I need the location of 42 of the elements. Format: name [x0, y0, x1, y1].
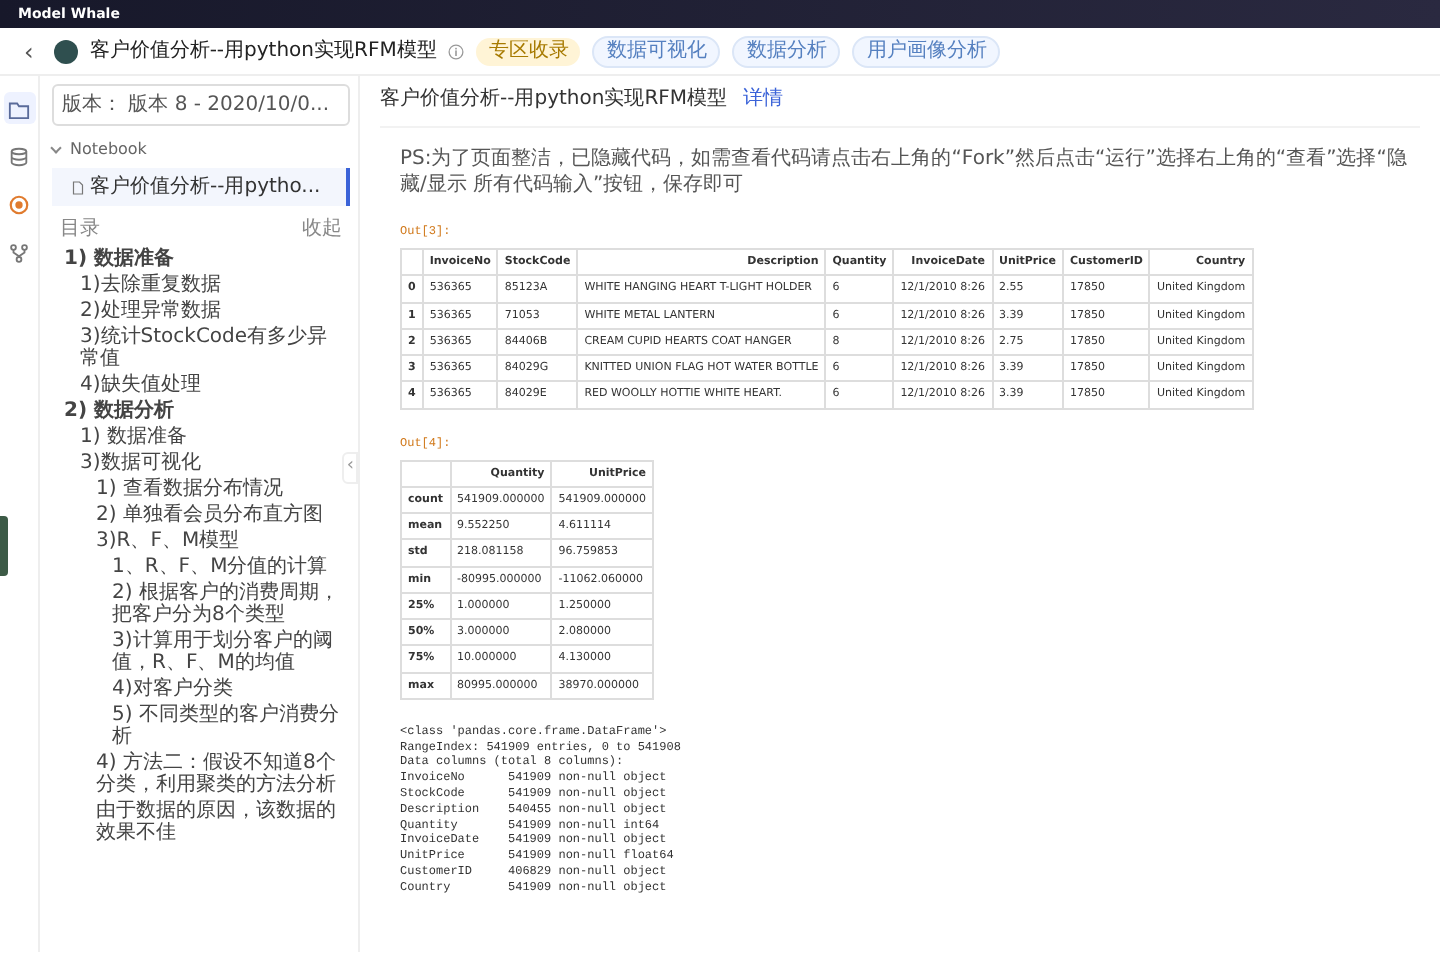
info-icon[interactable] [448, 43, 465, 59]
file-icon [72, 179, 84, 195]
note-text: PS:为了页面整洁，已隐藏代码，如需查看代码请点击右上角的“Fork”然后点击“运行”选择右上角的“查看”选择“隐藏/显示 所有代码输入”按钮，保存即可 [400, 148, 1409, 198]
rail-button[interactable] [3, 92, 35, 124]
notebook-title: 客户价值分析--用python实现RFM模型 [380, 85, 728, 114]
target-icon [8, 193, 30, 215]
toc-item[interactable]: 1) 数据准备 [52, 424, 350, 450]
details-link[interactable]: 详情 [743, 84, 784, 114]
toc-item[interactable]: 1) 数据准备 [52, 246, 350, 272]
tree-node[interactable]: Notebook [52, 138, 350, 162]
toc-item[interactable]: 1)去除重复数据 [52, 272, 350, 298]
toc-item[interactable]: 2) 单独看会员分布直方图 [52, 502, 350, 528]
column-header [401, 249, 423, 276]
column-header [401, 460, 450, 487]
toc-item[interactable]: 由于数据的原因，该数据的效果不佳 [52, 798, 350, 846]
project-title: 客户价值分析--用python实现RFM模型 [89, 37, 437, 66]
collapse-link[interactable]: 收起 [302, 214, 342, 244]
folder-icon [8, 97, 30, 119]
database-icon [8, 145, 30, 167]
toc-item[interactable]: 4)对客户分类 [52, 676, 350, 702]
version-select[interactable]: 版本： 版本 8 - 2020/10/0... [52, 84, 350, 126]
toc-item[interactable]: 4)缺失值处理 [52, 372, 350, 398]
side-handle[interactable] [0, 516, 8, 576]
toc-item[interactable]: 5) 不同类型的客户消费分析 [52, 702, 350, 750]
toc-item[interactable]: 3)R、F、M模型 [52, 528, 350, 554]
toc-item[interactable]: 3)统计StockCode有多少异常值 [52, 324, 350, 372]
toc-item[interactable]: 2)处理异常数据 [52, 298, 350, 324]
avatar-icon [53, 39, 78, 63]
toc-item[interactable]: 3)计算用于划分客户的阈值，R、F、M的均值 [52, 628, 350, 676]
caret-icon [50, 142, 62, 154]
toc-item[interactable]: 1、R、F、M分值的计算 [52, 554, 350, 580]
toc-item[interactable]: 4) 方法二：假设不知道8个分类，利用聚类的方法分析 [52, 750, 350, 798]
branch-icon [8, 241, 30, 263]
back-button[interactable]: ‹ [16, 39, 42, 63]
toc-item[interactable]: 2) 数据分析 [52, 398, 350, 424]
tag[interactable]: 数据分析 [732, 35, 841, 67]
tag[interactable]: 专区收录 [476, 37, 581, 65]
toc-item[interactable]: 2) 根据客户的消费周期，把客户分为8个类型 [52, 580, 350, 628]
tag[interactable]: 用户画像分析 [852, 35, 1001, 67]
tag[interactable]: 数据可视化 [592, 35, 721, 67]
toc-title: 目录 [60, 216, 100, 244]
file-item[interactable]: 客户价值分析--用pytho... [52, 168, 350, 206]
